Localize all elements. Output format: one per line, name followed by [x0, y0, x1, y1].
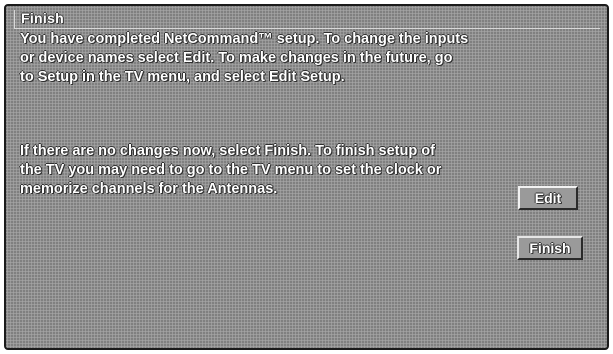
dialog-title: Finish — [21, 10, 65, 26]
setup-screen: Finish You have completed NetCommand™ se… — [4, 4, 609, 350]
finish-button[interactable]: Finish — [517, 236, 583, 260]
completion-message: You have completed NetCommand™ setup. To… — [20, 31, 469, 85]
finish-instructions: If there are no changes now, select Fini… — [20, 143, 442, 197]
title-bar: Finish — [14, 10, 600, 29]
edit-button[interactable]: Edit — [518, 186, 578, 210]
